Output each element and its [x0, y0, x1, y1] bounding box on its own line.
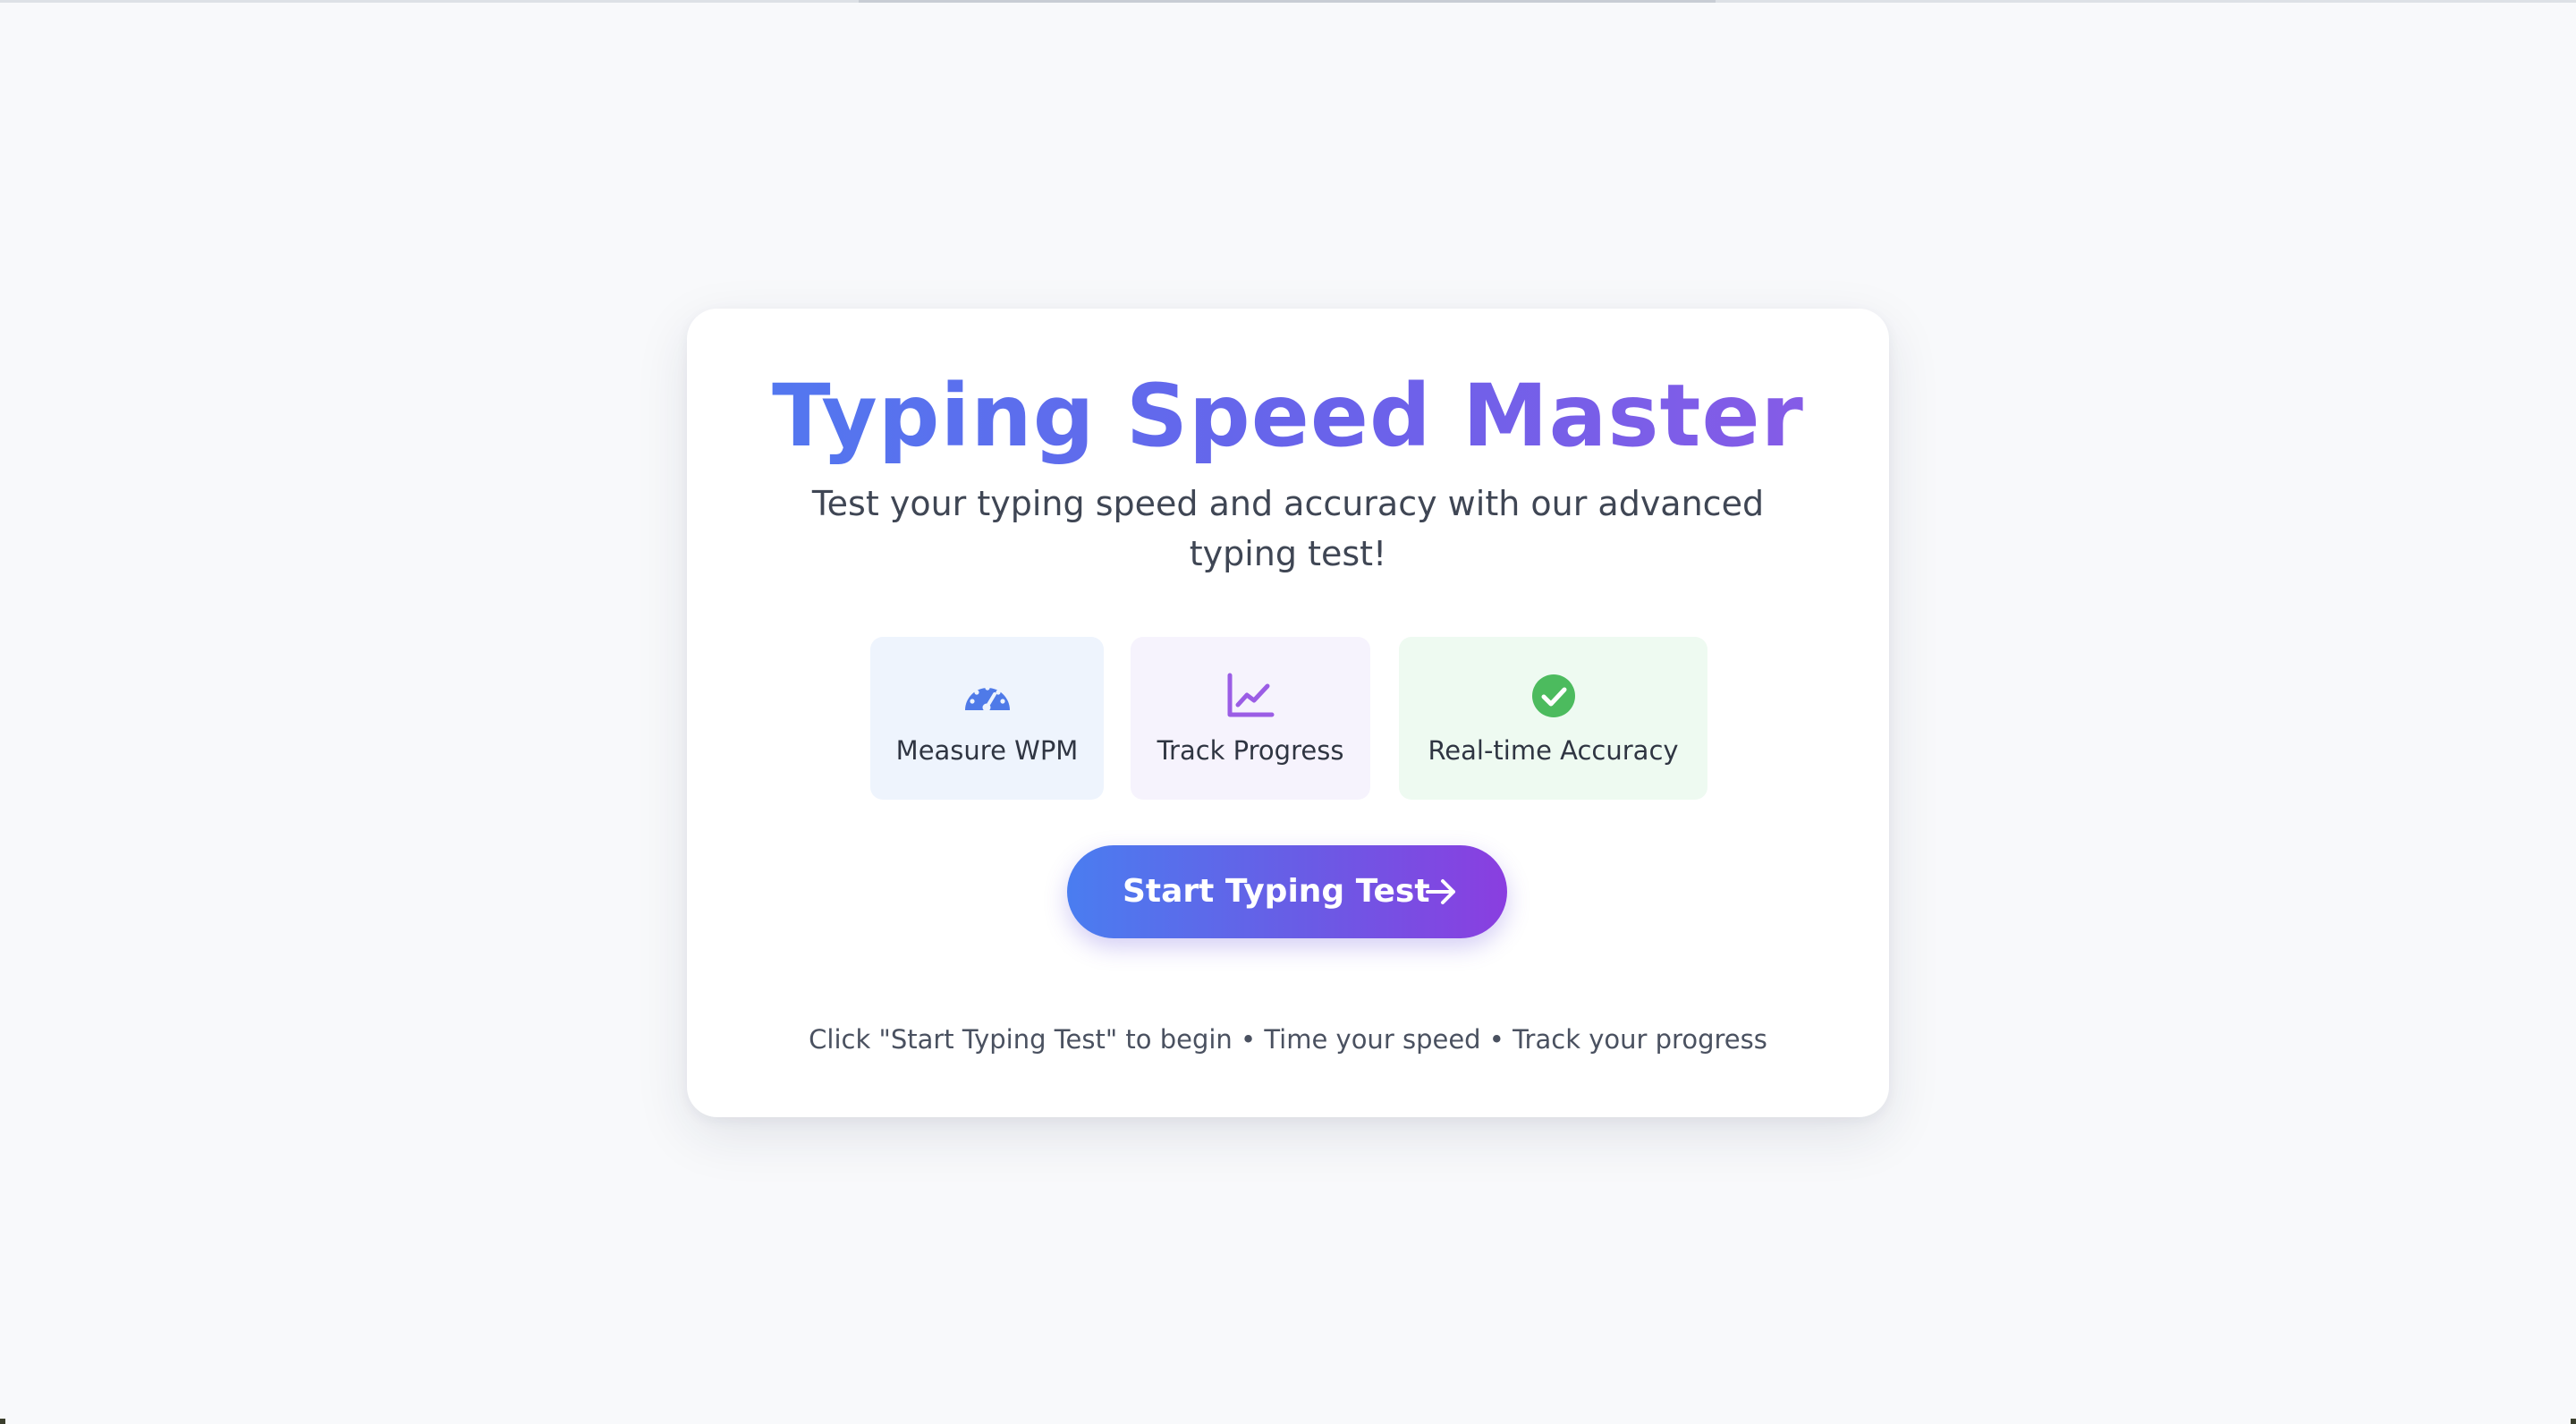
feature-measure-wpm: Measure WPM: [870, 637, 1104, 800]
window-top-border: [0, 0, 2576, 3]
feature-label: Track Progress: [1157, 735, 1344, 766]
feature-track-progress: Track Progress: [1131, 637, 1370, 800]
welcome-card: Typing Speed Master Test your typing spe…: [687, 309, 1889, 1117]
line-chart-icon: [1225, 671, 1275, 721]
start-typing-test-button[interactable]: Start Typing Test: [1067, 845, 1507, 938]
instructions-hint: Click "Start Typing Test" to begin • Tim…: [809, 1024, 1767, 1055]
app-title: Typing Speed Master: [687, 358, 1889, 474]
arrow-right-icon: [1425, 876, 1457, 908]
check-circle-icon: [1529, 671, 1579, 721]
window-top-border-segment: [859, 0, 1716, 3]
gauge-icon: [962, 671, 1013, 721]
start-button-label: Start Typing Test: [1123, 873, 1430, 910]
feature-real-time-accuracy: Real-time Accuracy: [1399, 637, 1707, 800]
window-corner-right: [2571, 1419, 2576, 1424]
feature-label: Real-time Accuracy: [1428, 735, 1679, 766]
app-subtitle: Test your typing speed and accuracy with…: [811, 484, 1765, 573]
feature-label: Measure WPM: [895, 735, 1079, 766]
window-corner-left: [0, 1419, 5, 1424]
